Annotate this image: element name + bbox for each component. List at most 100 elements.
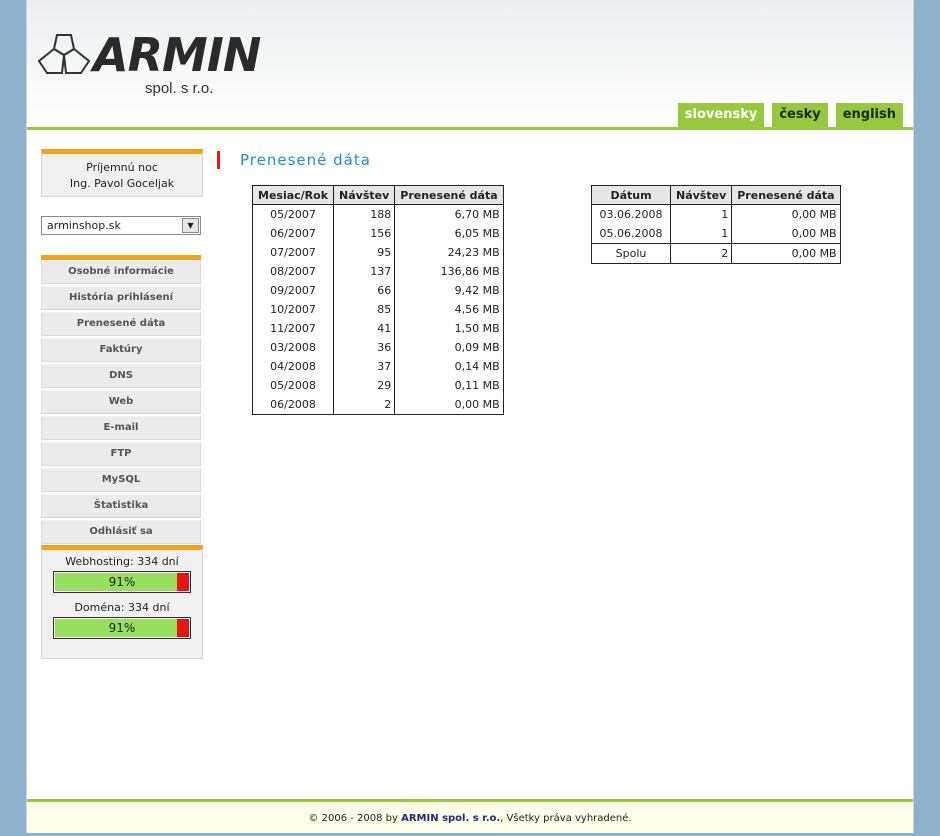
- table-cell: 04/2008: [251, 357, 335, 376]
- monthly-traffic-table: Mesiac/Rok Návštev Prenesené dáta 05/200…: [251, 185, 504, 415]
- table-cell: 0,00 MB: [394, 395, 504, 415]
- chevron-down-icon[interactable]: ▼: [182, 218, 199, 233]
- table-cell: 2: [333, 395, 396, 415]
- table-total-row: Spolu 2 0,00 MB: [591, 243, 841, 264]
- table-cell: 06/2008: [251, 395, 335, 415]
- page-title: Prenesené dáta: [240, 151, 371, 169]
- menu-item-ftp[interactable]: FTP: [41, 442, 201, 466]
- table-cell: 03/2008: [251, 338, 335, 357]
- table-cell: 05.06.2008: [591, 224, 671, 244]
- footer-company-link[interactable]: ARMIN spol. s r.o.: [401, 813, 500, 824]
- menu-item-statistika[interactable]: Štatistika: [41, 494, 201, 518]
- title-marker: [217, 151, 220, 169]
- table-cell: 6,05 MB: [394, 224, 504, 243]
- table-cell: 6,70 MB: [394, 204, 504, 224]
- table-cell: 1: [669, 204, 733, 224]
- table-cell: 156: [333, 224, 396, 243]
- table-row: 07/2007 95 24,23 MB: [251, 243, 504, 262]
- logo-text: ARMIN: [93, 28, 261, 82]
- table-cell: 07/2007: [251, 243, 335, 262]
- table-cell: 0,11 MB: [394, 376, 504, 395]
- domain-percent: 91%: [108, 621, 136, 635]
- footer-prefix: © 2006 - 2008 by: [308, 813, 398, 824]
- table-row: 03.06.2008 1 0,00 MB: [591, 204, 841, 224]
- sidebar-menu: Osobné informácie História prihlásení Pr…: [41, 255, 201, 544]
- table-cell: 05/2008: [251, 376, 335, 395]
- status-box: Webhosting: 334 dní 91% Doména: 334 dní …: [41, 545, 203, 659]
- domain-label: Doména: 334 dní: [74, 601, 170, 614]
- table-cell: 06/2007: [251, 224, 335, 243]
- domain-select-value: arminshop.sk: [47, 219, 121, 232]
- table-cell: 24,23 MB: [394, 243, 504, 262]
- table-row: 04/2008 37 0,14 MB: [251, 357, 504, 376]
- menu-item-web[interactable]: Web: [41, 390, 201, 414]
- header-divider: [27, 127, 913, 130]
- table-row: 11/2007 41 1,50 MB: [251, 319, 504, 338]
- footer-suffix: , Všetky práva vyhradené.: [500, 813, 632, 824]
- table-row: 03/2008 36 0,09 MB: [251, 338, 504, 357]
- menu-item-email[interactable]: E-mail: [41, 416, 201, 440]
- table-cell: 0,00 MB: [731, 204, 841, 224]
- menu-item-faktury[interactable]: Faktúry: [41, 338, 201, 362]
- table-cell: 85: [333, 300, 396, 319]
- table-cell: 0,14 MB: [394, 357, 504, 376]
- table-cell: 0,09 MB: [394, 338, 504, 357]
- webhosting-label: Webhosting: 334 dní: [65, 555, 179, 568]
- footer: © 2006 - 2008 by ARMIN spol. s r.o., Vše…: [27, 802, 913, 833]
- lang-english[interactable]: english: [835, 103, 903, 127]
- table-cell: 136,86 MB: [394, 262, 504, 281]
- language-switcher: slovensky česky english: [670, 103, 903, 127]
- user-box: Príjemnú noc Ing. Pavol Goceljak: [41, 149, 203, 197]
- column-header: Prenesené dáta: [731, 185, 841, 205]
- table-row: 05/2008 29 0,11 MB: [251, 376, 504, 395]
- lang-cesky[interactable]: česky: [772, 103, 828, 127]
- domain-progress-bar: 91%: [53, 617, 191, 639]
- logo-subtitle: spol. s r.o.: [145, 80, 214, 97]
- menu-item-dns[interactable]: DNS: [41, 364, 201, 388]
- table-cell: 0,00 MB: [731, 243, 841, 264]
- menu-item-mysql[interactable]: MySQL: [41, 468, 201, 492]
- table-cell: 05/2007: [251, 204, 335, 224]
- table-row: 05.06.2008 1 0,00 MB: [591, 224, 841, 244]
- table-cell: 08/2007: [251, 262, 335, 281]
- table-row: 05/2007 188 6,70 MB: [251, 204, 504, 224]
- table-cell: 03.06.2008: [591, 204, 671, 224]
- table-header-row: Dátum Návštev Prenesené dáta: [591, 185, 841, 205]
- table-cell: 36: [333, 338, 396, 357]
- table-row: 09/2007 66 9,42 MB: [251, 281, 504, 300]
- lang-slovensky[interactable]: slovensky: [677, 103, 765, 127]
- table-cell: 37: [333, 357, 396, 376]
- menu-item-historia-prihlaseni[interactable]: História prihlásení: [41, 286, 201, 310]
- table-cell: 137: [333, 262, 396, 281]
- table-row: 08/2007 137 136,86 MB: [251, 262, 504, 281]
- webhosting-percent: 91%: [108, 575, 136, 589]
- menu-item-osobne-informacie[interactable]: Osobné informácie: [41, 260, 201, 284]
- table-cell: 4,56 MB: [394, 300, 504, 319]
- table-cell: 41: [333, 319, 396, 338]
- menu-item-prenesene-data[interactable]: Prenesené dáta: [41, 312, 201, 336]
- table-cell: 0,00 MB: [731, 224, 841, 244]
- table-cell: 66: [333, 281, 396, 300]
- table-cell: 9,42 MB: [394, 281, 504, 300]
- table-cell: 09/2007: [251, 281, 335, 300]
- table-row: 10/2007 85 4,56 MB: [251, 300, 504, 319]
- user-name: Ing. Pavol Goceljak: [69, 177, 175, 190]
- column-header: Návštev: [669, 185, 733, 205]
- greeting: Príjemnú noc: [86, 161, 158, 174]
- table-cell: Spolu: [591, 243, 671, 264]
- column-header: Mesiac/Rok: [251, 185, 335, 205]
- header: ARMIN spol. s r.o. slovensky česky english: [27, 0, 913, 127]
- menu-item-odhlasit-sa[interactable]: Odhlásiť sa: [41, 520, 201, 544]
- column-header: Dátum: [591, 185, 671, 205]
- daily-traffic-table: Dátum Návštev Prenesené dáta 03.06.2008 1…: [591, 185, 841, 264]
- domain-select[interactable]: arminshop.sk ▼: [41, 216, 201, 235]
- table-cell: 11/2007: [251, 319, 335, 338]
- column-header: Návštev: [333, 185, 396, 205]
- table-cell: 1,50 MB: [394, 319, 504, 338]
- table-cell: 1: [669, 224, 733, 244]
- column-header: Prenesené dáta: [394, 185, 504, 205]
- table-row: 06/2008 2 0,00 MB: [251, 395, 504, 415]
- table-cell: 2: [669, 243, 733, 264]
- table-cell: 188: [333, 204, 396, 224]
- table-cell: 10/2007: [251, 300, 335, 319]
